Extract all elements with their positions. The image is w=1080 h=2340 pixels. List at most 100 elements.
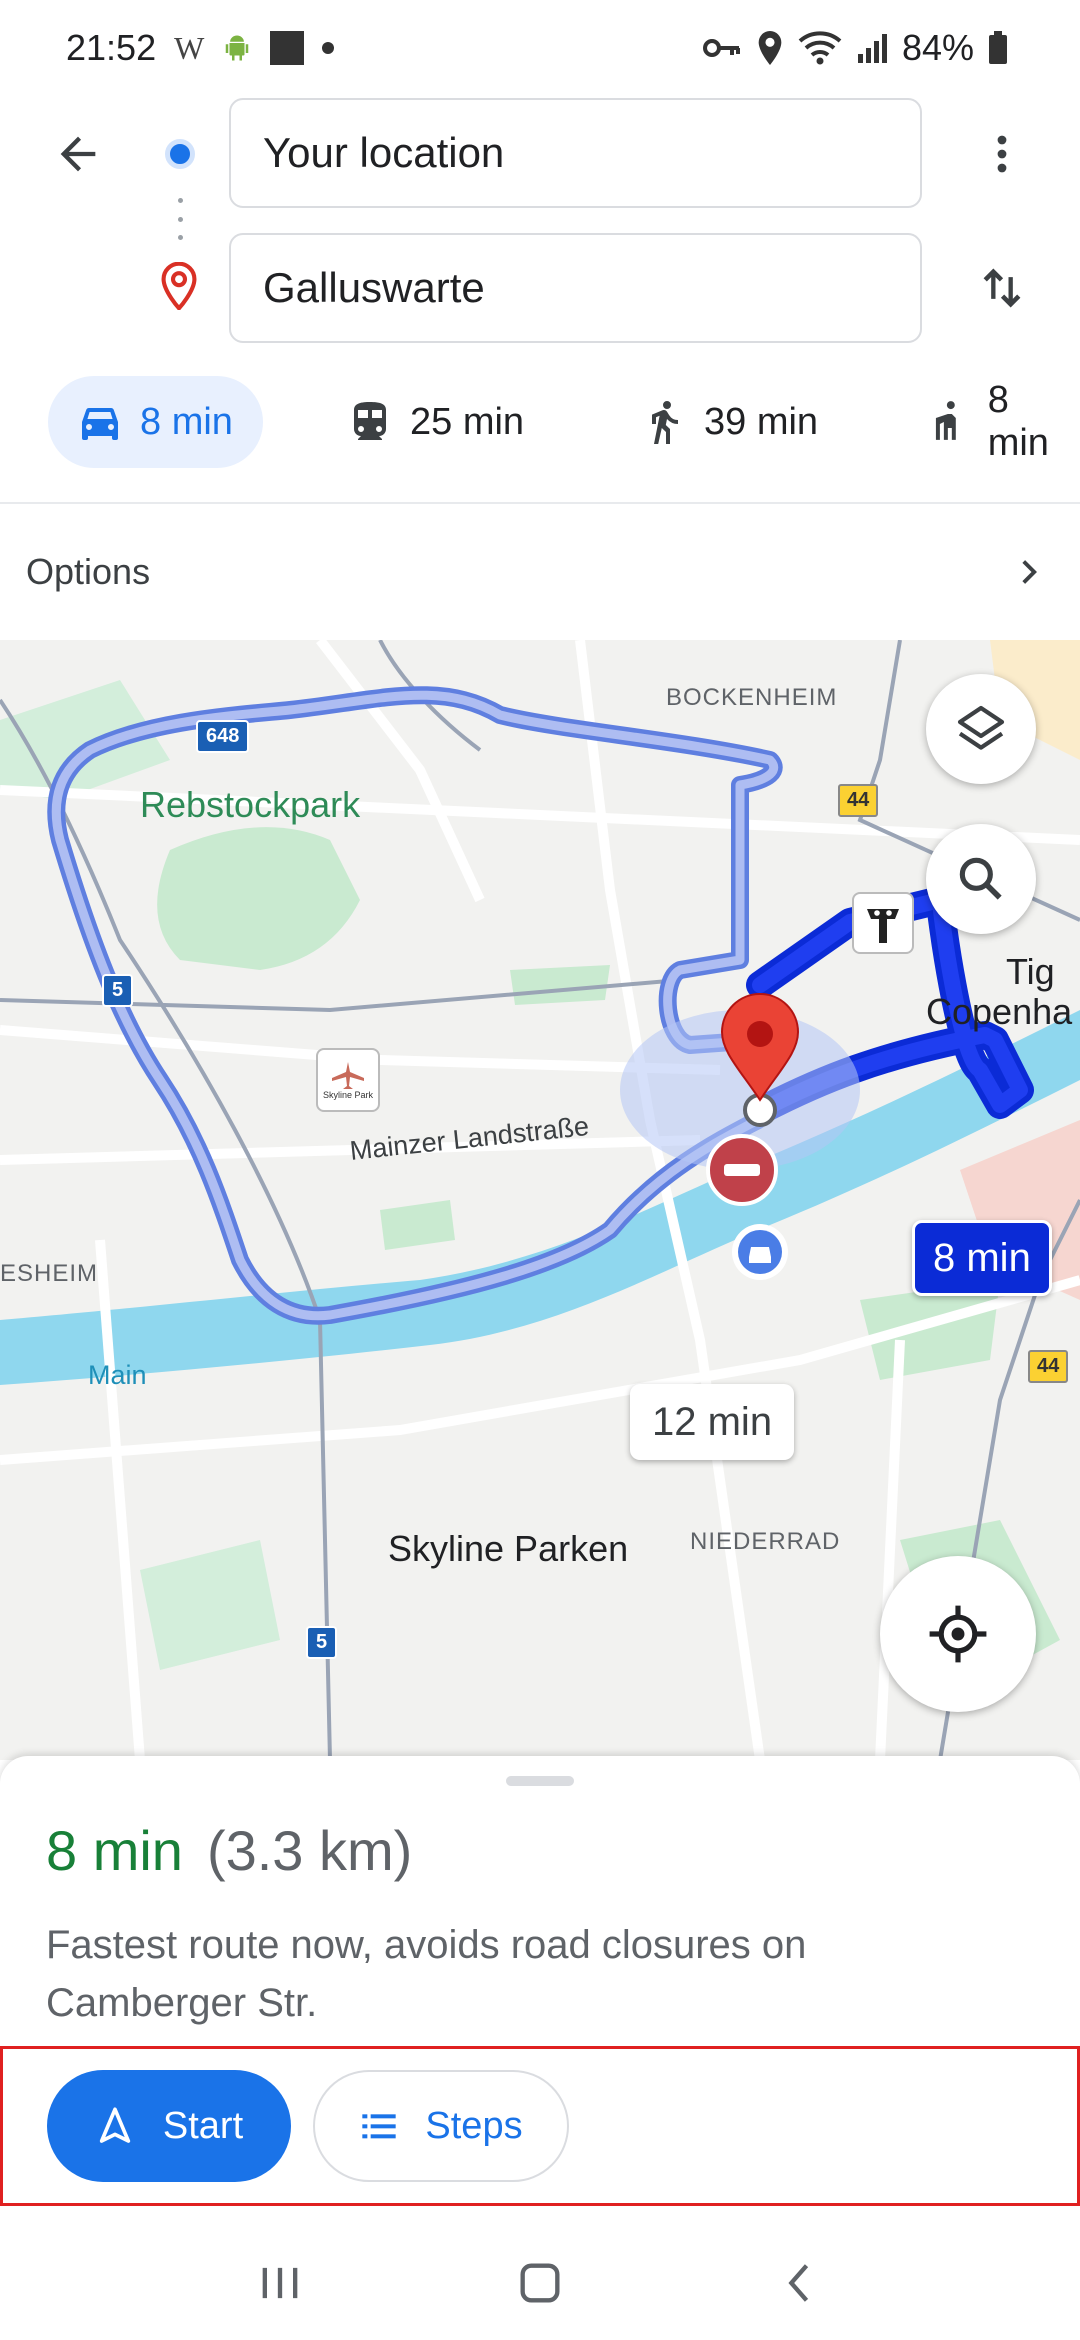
- swap-vert-icon: [983, 268, 1021, 308]
- options-label: Options: [26, 551, 151, 592]
- status-time: 21:52: [66, 27, 157, 68]
- mode-driving[interactable]: 8 min: [48, 376, 263, 468]
- my-location-button[interactable]: [880, 1556, 1036, 1712]
- park-area: [510, 965, 610, 1005]
- label-tiger-line2: Copenha: [926, 991, 1073, 1032]
- recent-apps-button[interactable]: [240, 2243, 320, 2323]
- route-summary: 8 min (3.3 km): [46, 1818, 412, 1883]
- location-icon: [758, 31, 782, 65]
- origin-dot-icon: [165, 139, 195, 169]
- origin-field[interactable]: Your location: [229, 98, 922, 208]
- back-chevron-icon: [788, 2264, 809, 2302]
- shield-648: 648: [196, 720, 250, 753]
- selected-route-time-bubble[interactable]: 8 min: [912, 1220, 1052, 1296]
- recent-apps-icon: [262, 2267, 298, 2299]
- travel-modes: 8 min 25 min 39 min 8 min: [0, 376, 1080, 472]
- label-bockenheim: BOCKENHEIM: [666, 684, 838, 711]
- map[interactable]: BOCKENHEIM Rebstockpark Mainzer Landstra…: [0, 640, 1080, 1760]
- mode-transit-label: 25 min: [410, 400, 525, 443]
- steps-button[interactable]: Steps: [313, 2070, 569, 2182]
- mode-transit[interactable]: 25 min: [346, 376, 524, 468]
- transit-icon: [354, 402, 386, 440]
- start-button[interactable]: Start: [47, 2070, 291, 2182]
- mode-walking[interactable]: 39 min: [640, 376, 818, 468]
- more-vert-icon: [997, 135, 1007, 173]
- search-icon: [959, 857, 1002, 900]
- airplane-icon: [332, 1062, 364, 1089]
- home-button[interactable]: [500, 2243, 580, 2323]
- arrow-back-icon: [60, 136, 96, 172]
- label-niederrad: NIEDERRAD: [690, 1528, 841, 1555]
- label-esheim: ESHEIM: [0, 1260, 99, 1287]
- road-closure-bar: [724, 1164, 760, 1176]
- route-distance: (3.3 km): [206, 1819, 413, 1882]
- park-area: [157, 827, 360, 970]
- origin-car-icon: [749, 1247, 771, 1263]
- label-tiger-copenhagen[interactable]: Tig Copenha: [926, 952, 1072, 1032]
- park-area: [140, 1540, 280, 1670]
- app-notification-w: W: [174, 29, 205, 66]
- battery-percent: 84%: [901, 27, 974, 68]
- shield-5-south: 5: [306, 1626, 338, 1659]
- action-bar: Start Steps: [0, 2046, 1080, 2206]
- vpn-key-icon: [702, 39, 740, 57]
- mode-rideshare[interactable]: 8 min: [924, 376, 1080, 468]
- destination-pin-center: [747, 1021, 773, 1047]
- route-connector: [178, 198, 183, 240]
- route-duration: 8 min: [46, 1819, 183, 1882]
- battery-icon: [989, 31, 1007, 64]
- mode-walking-label: 39 min: [704, 400, 819, 443]
- status-left: 21:52 W: [66, 27, 335, 69]
- steps-label: Steps: [425, 2104, 523, 2147]
- layers-icon: [957, 705, 1005, 750]
- shield-5-north: 5: [102, 974, 134, 1007]
- rideshare-icon: [935, 401, 956, 440]
- label-main-river: Main: [88, 1360, 147, 1390]
- chevron-right-icon: [1022, 560, 1037, 584]
- drag-handle[interactable]: [506, 1776, 574, 1786]
- more-options-button[interactable]: [966, 118, 1038, 190]
- destination-value: Galluswarte: [263, 264, 485, 311]
- route-description: Fastest route now, avoids road closures …: [46, 1923, 807, 2025]
- skyline-icon-text: Skyline Park: [322, 1090, 374, 1100]
- status-bar: 21:52 W 84%: [0, 0, 1080, 96]
- label-rebstockpark[interactable]: Rebstockpark: [140, 784, 360, 826]
- destination-field[interactable]: Galluswarte: [229, 233, 922, 343]
- alternate-route-time: 12 min: [652, 1399, 773, 1444]
- park-area: [380, 1200, 455, 1250]
- mode-rideshare-label: 8 min: [987, 379, 1049, 464]
- start-label: Start: [162, 2104, 244, 2147]
- notification-square-icon: [270, 31, 305, 65]
- wifi-icon: [798, 31, 842, 65]
- walk-icon: [652, 401, 678, 444]
- navigation-arrow-icon: [99, 2107, 131, 2143]
- alternate-route-time-bubble[interactable]: 12 min: [630, 1384, 795, 1460]
- selected-route-time: 8 min: [933, 1235, 1031, 1280]
- poi-tiger-icon[interactable]: [852, 892, 914, 954]
- search-along-route-button[interactable]: [926, 824, 1036, 934]
- poi-skyline-icon[interactable]: Skyline Park: [316, 1048, 380, 1112]
- signal-icon: [857, 34, 887, 63]
- notification-dot-icon: [322, 42, 335, 54]
- label-tiger-line1: Tig: [1006, 951, 1055, 992]
- system-back-button[interactable]: [760, 2243, 840, 2323]
- mode-driving-label: 8 min: [140, 400, 233, 443]
- system-nav-bar: [0, 2226, 1080, 2340]
- shield-44-south: 44: [1028, 1350, 1069, 1383]
- route-summary-sheet: 8 min (3.3 km) Fastest route now, avoids…: [0, 1756, 1080, 2226]
- swap-button[interactable]: [966, 252, 1038, 324]
- origin-value: Your location: [263, 129, 505, 176]
- android-icon: [226, 35, 249, 61]
- car-icon: [82, 408, 118, 440]
- crosshair-icon: [929, 1605, 987, 1663]
- options-row[interactable]: Options: [0, 504, 1080, 640]
- back-button[interactable]: [42, 118, 114, 190]
- shield-44-north: 44: [838, 784, 879, 817]
- layers-button[interactable]: [926, 674, 1036, 784]
- list-icon: [362, 2114, 397, 2139]
- status-right: 84%: [702, 27, 1008, 69]
- label-skyline-parken[interactable]: Skyline Parken: [388, 1528, 628, 1570]
- tiger-logo-icon: [867, 909, 899, 943]
- destination-pin-icon: [161, 262, 197, 310]
- home-icon: [520, 2263, 560, 2303]
